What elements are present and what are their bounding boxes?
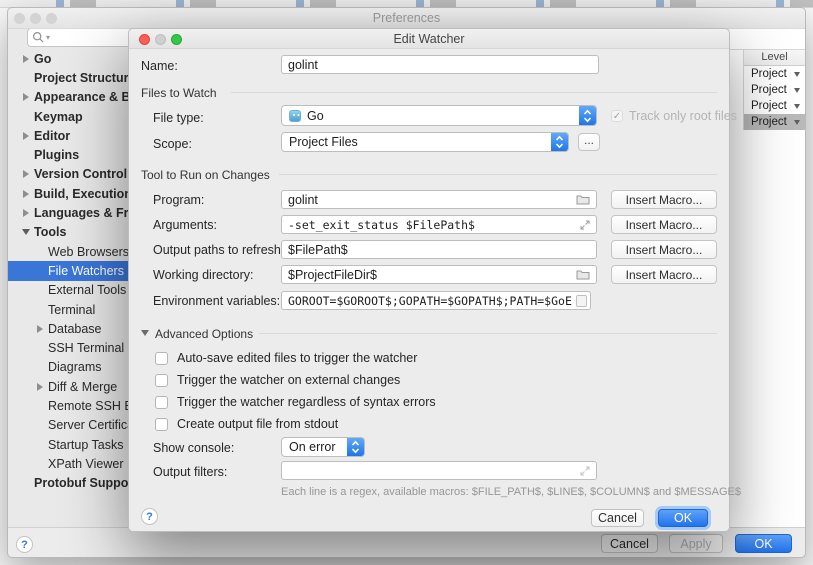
working-directory-label: Working directory:: [153, 268, 254, 282]
zoom-icon[interactable]: [171, 34, 182, 45]
level-row[interactable]: Project: [744, 82, 805, 98]
trigger-syntax-errors-label: Trigger the watcher regardless of syntax…: [177, 395, 436, 409]
output-paths-label: Output paths to refresh:: [153, 243, 284, 257]
go-filetype-icon: [289, 110, 301, 122]
close-icon[interactable]: [14, 13, 25, 24]
show-console-dropdown[interactable]: On error: [281, 437, 365, 457]
program-label: Program:: [153, 193, 204, 207]
scope-browse-button[interactable]: ...: [578, 133, 600, 151]
advanced-options-section[interactable]: Advanced Options: [155, 327, 253, 341]
folder-icon[interactable]: [576, 194, 590, 205]
chevron-down-icon: ▾: [46, 33, 50, 42]
expand-icon[interactable]: [580, 220, 590, 230]
auto-save-checkbox[interactable]: [155, 352, 168, 365]
minimize-icon[interactable]: [30, 13, 41, 24]
insert-macro-button[interactable]: Insert Macro...: [611, 215, 717, 234]
insert-macro-button[interactable]: Insert Macro...: [611, 265, 717, 284]
track-only-root-files-checkbox: ✓ Track only root files: [611, 109, 737, 123]
file-type-dropdown[interactable]: Go: [281, 105, 597, 126]
chevron-right-icon[interactable]: [18, 190, 34, 198]
working-directory-input[interactable]: $ProjectFileDir$: [281, 265, 597, 284]
scope-dropdown[interactable]: Project Files: [281, 132, 569, 152]
create-output-file-label: Create output file from stdout: [177, 417, 338, 431]
environment-variables-input[interactable]: GOROOT=$GOROOT$;GOPATH=$GOPATH$;PATH=$Go…: [281, 291, 591, 310]
help-button[interactable]: ?: [16, 536, 33, 553]
cancel-button[interactable]: Cancel: [601, 534, 658, 553]
chevron-right-icon[interactable]: [18, 93, 34, 101]
dropdown-stepper-icon[interactable]: [347, 438, 364, 456]
window-title: Preferences: [8, 8, 805, 29]
ok-button[interactable]: OK: [735, 534, 792, 553]
chevron-right-icon[interactable]: [32, 325, 48, 333]
cancel-button[interactable]: Cancel: [591, 509, 644, 527]
chevron-down-icon[interactable]: [794, 104, 800, 109]
name-input[interactable]: golint: [281, 55, 599, 74]
chevron-down-icon[interactable]: [794, 88, 800, 93]
expand-icon[interactable]: [580, 466, 590, 476]
tool-section: Tool to Run on Changes: [141, 168, 270, 182]
edit-watcher-dialog: Edit Watcher Name: golint Files to Watch…: [128, 28, 730, 532]
arguments-input[interactable]: -set_exit_status $FilePath$: [281, 215, 597, 234]
chevron-right-icon[interactable]: [18, 55, 34, 63]
output-paths-input[interactable]: $FilePath$: [281, 240, 597, 259]
output-filters-label: Output filters:: [153, 465, 227, 479]
dropdown-stepper-icon[interactable]: [551, 133, 568, 151]
level-column: Level Project Project Project Project: [743, 50, 805, 130]
trigger-syntax-errors-checkbox[interactable]: [155, 396, 168, 409]
insert-macro-button[interactable]: Insert Macro...: [611, 190, 717, 209]
apply-button[interactable]: Apply: [669, 534, 723, 553]
browse-icon[interactable]: [576, 295, 587, 307]
chevron-right-icon[interactable]: [18, 209, 34, 217]
minimize-icon: [155, 34, 166, 45]
collapse-triangle-icon[interactable]: [141, 330, 149, 336]
scope-label: Scope:: [153, 137, 192, 151]
level-row[interactable]: Project: [744, 66, 805, 82]
search-icon: [32, 31, 45, 44]
name-label: Name:: [141, 59, 178, 73]
chevron-down-icon[interactable]: [18, 229, 34, 235]
regex-hint: Each line is a regex, available macros: …: [281, 486, 741, 498]
trigger-external-label: Trigger the watcher on external changes: [177, 373, 400, 387]
chevron-right-icon[interactable]: [18, 132, 34, 140]
close-icon[interactable]: [139, 34, 150, 45]
insert-macro-button[interactable]: Insert Macro...: [611, 240, 717, 259]
file-type-label: File type:: [153, 111, 204, 125]
check-icon: ✓: [611, 110, 623, 122]
create-output-file-checkbox[interactable]: [155, 418, 168, 431]
chevron-down-icon[interactable]: [794, 72, 800, 77]
chevron-right-icon[interactable]: [32, 383, 48, 391]
level-row[interactable]: Project: [744, 98, 805, 114]
auto-save-label: Auto-save edited files to trigger the wa…: [177, 351, 417, 365]
environment-variables-label: Environment variables:: [153, 294, 280, 308]
output-filters-input[interactable]: [281, 461, 597, 480]
level-row-selected[interactable]: Project: [744, 114, 805, 130]
arguments-label: Arguments:: [153, 218, 217, 232]
chevron-down-icon[interactable]: [794, 120, 800, 125]
dialog-title: Edit Watcher: [129, 29, 729, 49]
program-input[interactable]: golint: [281, 190, 597, 209]
dropdown-stepper-icon[interactable]: [579, 106, 596, 125]
chevron-right-icon[interactable]: [18, 170, 34, 178]
show-console-label: Show console:: [153, 441, 234, 455]
ok-button[interactable]: OK: [658, 509, 708, 527]
files-to-watch-section: Files to Watch: [141, 86, 217, 100]
zoom-icon[interactable]: [46, 13, 57, 24]
level-column-header: Level: [744, 50, 805, 66]
trigger-external-checkbox[interactable]: [155, 374, 168, 387]
folder-icon[interactable]: [576, 269, 590, 280]
help-button[interactable]: ?: [141, 508, 158, 525]
